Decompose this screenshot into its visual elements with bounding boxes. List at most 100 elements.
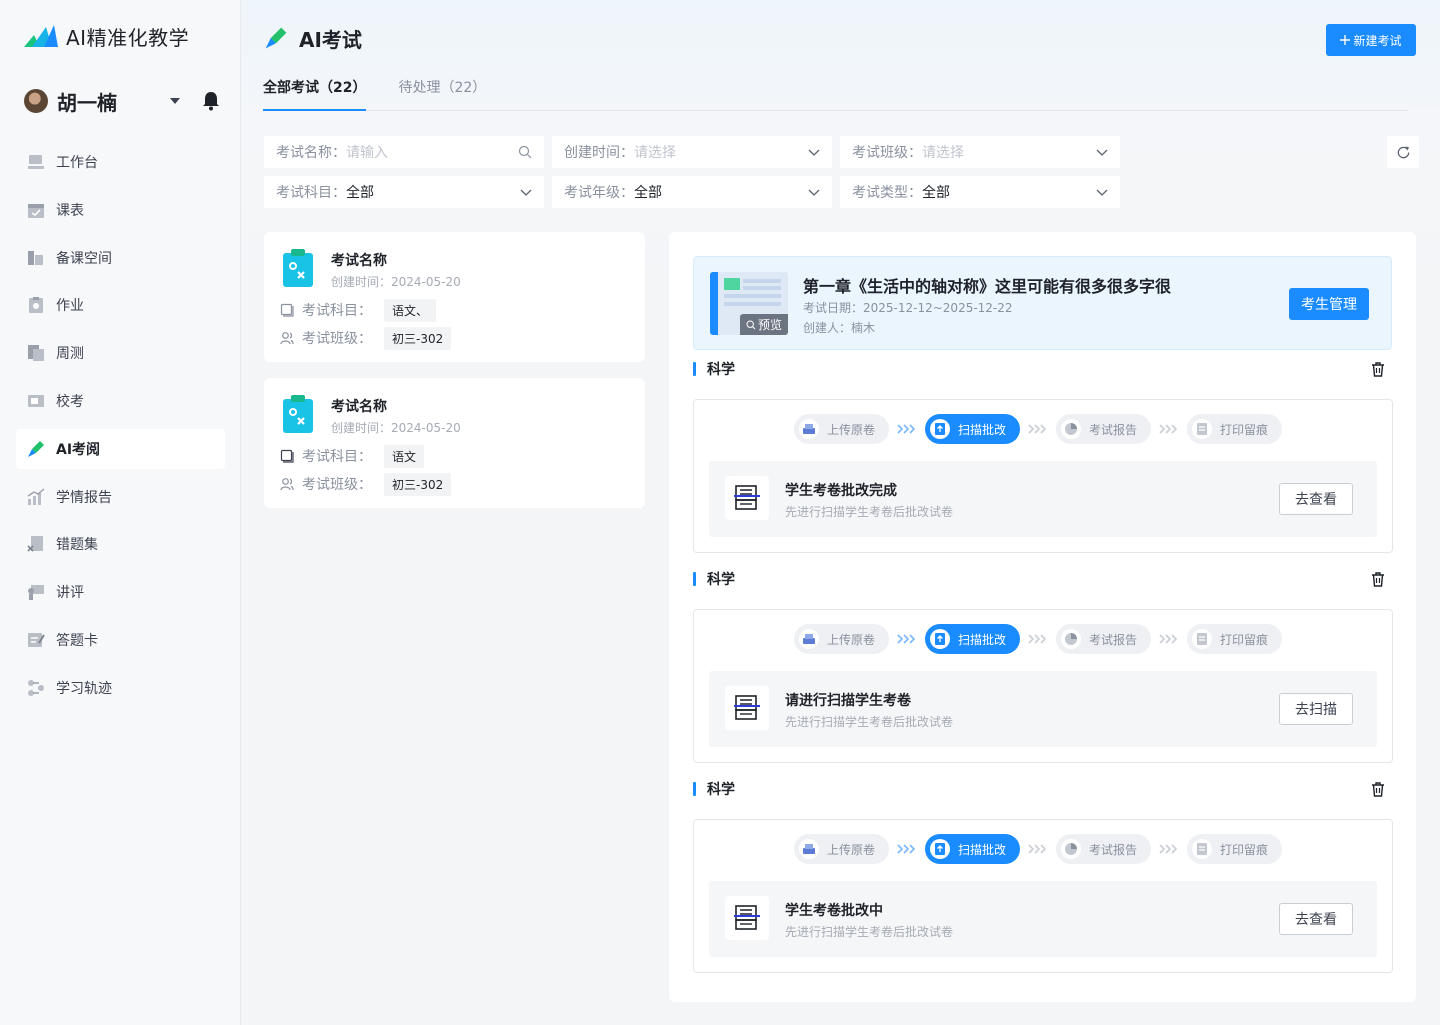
subject-label: 考试科目： xyxy=(302,449,372,465)
step-label: 考试报告 xyxy=(1089,632,1138,647)
filter-label: 考试科目： xyxy=(276,185,346,201)
sidebar-item-label: 讲评 xyxy=(56,585,84,602)
sidebar-item-timetable[interactable]: 课表 xyxy=(16,190,225,230)
tab-pending[interactable]: 待处理（22） xyxy=(398,70,486,110)
sidebar-item-weekly-test[interactable]: 周测 xyxy=(16,333,225,373)
exam-class-filter[interactable]: 考试班级： 请选择 xyxy=(840,136,1120,168)
chevron-down-icon[interactable] xyxy=(170,98,180,104)
exam-type-select[interactable]: 全部 xyxy=(922,182,1096,202)
step-upload-original[interactable]: 上传原卷 xyxy=(794,414,890,444)
avatar[interactable] xyxy=(24,89,48,113)
step-print-trace[interactable]: 打印留痕 xyxy=(1187,624,1283,654)
preview-button[interactable]: 预览 xyxy=(739,314,788,335)
exam-subject-row: 考试科目： 语文、 xyxy=(280,298,437,322)
status-action-button[interactable]: 去查看 xyxy=(1279,483,1353,515)
exam-subject-row: 考试科目： 语文 xyxy=(280,444,425,468)
trash-icon[interactable] xyxy=(1371,361,1385,377)
sidebar-item-homework[interactable]: 作业 xyxy=(16,285,225,325)
page-title: AI考试 xyxy=(299,27,362,52)
answer-sheet-icon xyxy=(26,630,46,650)
chevron-right-icon xyxy=(1028,844,1048,854)
exam-type-filter[interactable]: 考试类型： 全部 xyxy=(840,176,1120,208)
bell-icon[interactable] xyxy=(202,91,220,111)
search-icon xyxy=(746,319,756,330)
scanner-icon xyxy=(725,476,769,520)
step-exam-report[interactable]: 考试报告 xyxy=(1056,834,1152,864)
sidebar-item-ai-review[interactable]: AI考阅 xyxy=(16,428,225,469)
sidebar-item-mistakes[interactable]: 错题集 xyxy=(16,524,225,564)
exam-name-input[interactable]: 请输入 xyxy=(346,142,518,162)
created-time-select[interactable]: 请选择 xyxy=(634,142,808,162)
status-description: 先进行扫描学生考卷后批改试卷 xyxy=(785,925,954,939)
exam-grade-filter[interactable]: 考试年级： 全部 xyxy=(552,176,832,208)
exam-card[interactable]: 考试名称 创建时间：2024-05-20 考试科目： 语文、 考试班级： 初三-… xyxy=(264,232,645,362)
book-icon xyxy=(280,303,294,317)
exam-class-select[interactable]: 请选择 xyxy=(922,142,1096,162)
step-scan-grade[interactable]: 扫描批改 xyxy=(925,624,1021,654)
step-label: 上传原卷 xyxy=(827,632,876,647)
sidebar-item-learning-report[interactable]: 学情报告 xyxy=(16,477,225,517)
app-logo[interactable]: AI精准化教学 xyxy=(24,22,189,50)
search-icon[interactable] xyxy=(518,145,532,159)
student-management-button[interactable]: 考生管理 xyxy=(1289,288,1369,320)
ai-pen-icon xyxy=(26,439,46,459)
sidebar-item-label: 错题集 xyxy=(56,537,98,554)
tab-all-exams[interactable]: 全部考试（22） xyxy=(263,70,367,111)
exam-subject-select[interactable]: 全部 xyxy=(346,182,520,202)
sidebar-item-label: 备课空间 xyxy=(56,250,112,267)
bar-chart-icon xyxy=(26,487,46,507)
new-exam-button[interactable]: 新建考试 xyxy=(1326,24,1416,56)
exam-grade-select[interactable]: 全部 xyxy=(634,182,808,202)
step-print-trace[interactable]: 打印留痕 xyxy=(1187,414,1283,444)
status-action-button[interactable]: 去扫描 xyxy=(1279,693,1353,725)
user-menu[interactable]: 胡一楠 xyxy=(24,86,220,116)
grading-flow: 上传原卷 扫描批改 考试报告 打印留痕 学生考卷批改中 先进行扫描学生考卷后批改试卷 … xyxy=(693,819,1393,973)
step-scan-grade[interactable]: 扫描批改 xyxy=(925,414,1021,444)
sidebar-item-school-exam[interactable]: 校考 xyxy=(16,381,225,421)
step-print-trace[interactable]: 打印留痕 xyxy=(1187,834,1283,864)
exam-card[interactable]: 考试名称 创建时间：2024-05-20 考试科目： 语文 考试班级： 初三-3… xyxy=(264,378,645,508)
chevron-down-icon xyxy=(520,189,532,196)
exam-thumbnail[interactable]: 预览 xyxy=(710,272,788,335)
step-label: 上传原卷 xyxy=(827,842,876,857)
trash-icon[interactable] xyxy=(1371,571,1385,587)
exam-detail-panel: 预览 第一章《生活中的轴对称》这里可能有很多很多字很 考试日期：2025-12-… xyxy=(669,232,1416,1002)
sidebar-item-answer-sheet[interactable]: 答题卡 xyxy=(16,620,225,660)
sidebar-item-lecture[interactable]: 讲评 xyxy=(16,572,225,612)
step-upload-original[interactable]: 上传原卷 xyxy=(794,624,890,654)
sidebar-item-workbench[interactable]: 工作台 xyxy=(16,142,225,182)
exam-name-filter[interactable]: 考试名称： 请输入 xyxy=(264,136,544,168)
step-label: 考试报告 xyxy=(1089,842,1138,857)
subject-name: 科学 xyxy=(707,362,735,378)
created-time-filter[interactable]: 创建时间： 请选择 xyxy=(552,136,832,168)
page-header: AI考试 xyxy=(263,24,362,52)
process-steps: 上传原卷 扫描批改 考试报告 打印留痕 xyxy=(794,834,1283,864)
sidebar-item-learning-path[interactable]: 学习轨迹 xyxy=(16,668,225,708)
users-icon xyxy=(280,477,294,491)
refresh-button[interactable] xyxy=(1387,136,1419,168)
sidebar-item-label: 学习轨迹 xyxy=(56,680,112,697)
exam-subject-filter[interactable]: 考试科目： 全部 xyxy=(264,176,544,208)
subject-accent-bar xyxy=(693,782,696,796)
upload-icon xyxy=(930,839,951,859)
status-action-button[interactable]: 去查看 xyxy=(1279,903,1353,935)
sidebar: AI精准化教学 胡一楠 工作台 课表 备课空间 作业 周测 校考 AI考阅 学情… xyxy=(0,0,241,1025)
status-box: 学生考卷批改中 先进行扫描学生考卷后批改试卷 去查看 xyxy=(709,881,1377,957)
step-exam-report[interactable]: 考试报告 xyxy=(1056,624,1152,654)
process-steps: 上传原卷 扫描批改 考试报告 打印留痕 xyxy=(794,624,1283,654)
exam-class-row: 考试班级： 初三-302 xyxy=(280,326,452,350)
step-upload-original[interactable]: 上传原卷 xyxy=(794,834,890,864)
chevron-right-icon xyxy=(1159,634,1179,644)
sidebar-item-prep-space[interactable]: 备课空间 xyxy=(16,238,225,278)
step-scan-grade[interactable]: 扫描批改 xyxy=(925,834,1021,864)
step-label: 打印留痕 xyxy=(1220,842,1269,857)
step-exam-report[interactable]: 考试报告 xyxy=(1056,414,1152,444)
trash-icon[interactable] xyxy=(1371,781,1385,797)
user-name: 胡一楠 xyxy=(57,90,117,115)
exam-icon xyxy=(26,391,46,411)
subject-accent-bar xyxy=(693,572,696,586)
subject-header: 科学 xyxy=(693,569,1393,589)
chevron-down-icon xyxy=(808,149,820,156)
documents-icon xyxy=(26,343,46,363)
document-icon xyxy=(1192,629,1213,649)
